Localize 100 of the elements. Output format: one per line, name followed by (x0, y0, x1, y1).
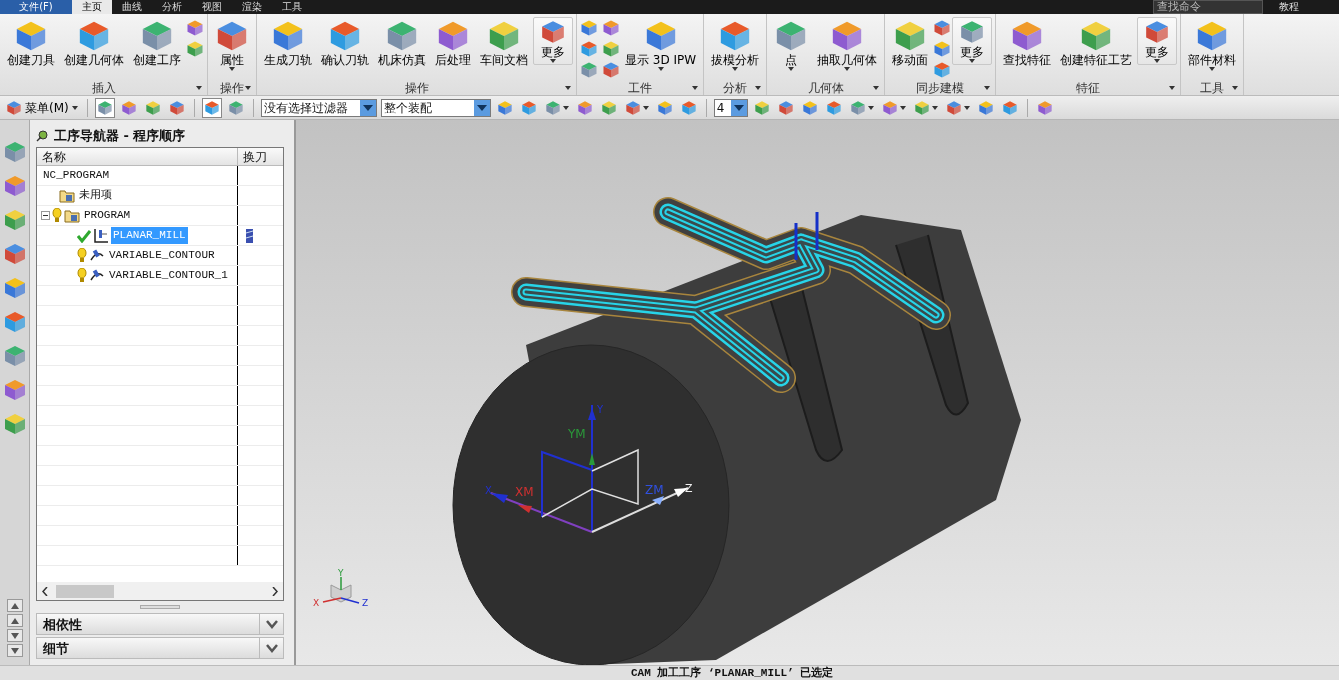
dropdown-field[interactable]: 整个装配 (380, 98, 491, 117)
panel-title: 工序导航器 - 程序顺序 (54, 127, 186, 146)
cube-icon[interactable] (933, 61, 952, 79)
cube-icon[interactable] (2, 242, 27, 266)
group-label: 几何体 (807, 79, 844, 97)
ribbon-button[interactable]: 生成刀轨 (260, 17, 316, 69)
cube-icon[interactable] (2, 174, 27, 198)
ribbon-button[interactable]: 查找特征 (999, 17, 1056, 69)
cube-icon (1036, 99, 1053, 116)
ribbon-button[interactable]: 拔模分析 (707, 17, 764, 73)
cube-icon (959, 19, 986, 45)
axis-label: Z (362, 598, 369, 608)
cube-icon (203, 99, 220, 116)
ribbon-button[interactable]: 创建几何体 (60, 17, 128, 69)
tree-item[interactable]: VARIABLE_CONTOUR (107, 247, 217, 264)
scroll-button[interactable] (6, 614, 23, 627)
pin-icon[interactable] (36, 130, 48, 142)
menu-tab[interactable]: 渲染 (232, 0, 272, 14)
cube-icon[interactable] (580, 40, 598, 58)
ribbon-button[interactable]: 创建工序 (129, 17, 185, 69)
menu-tab[interactable]: 分析 (152, 0, 192, 14)
search-field[interactable]: 查找命令 (1153, 0, 1263, 14)
cube-icon[interactable] (933, 40, 952, 58)
cube-icon[interactable] (186, 40, 204, 58)
scroll-button[interactable] (6, 629, 23, 642)
ribbon-button[interactable]: 部件材料 (1184, 17, 1241, 73)
scrollbar-thumb[interactable] (56, 584, 114, 598)
group-label: 分析 (723, 79, 748, 97)
axis-label: X (313, 598, 320, 608)
menu-button[interactable]: 菜单(M) (4, 98, 80, 117)
ribbon-button[interactable]: 车间文档 (476, 17, 532, 69)
cube-icon (96, 99, 113, 116)
ribbon-button[interactable]: 创建特征工艺 (1056, 17, 1137, 69)
axis-label: XM (515, 485, 534, 499)
cube-icon[interactable] (186, 19, 204, 37)
ribbon-button[interactable]: 更多 (1137, 17, 1178, 65)
cube-icon[interactable] (602, 40, 620, 58)
tree-item[interactable]: PROGRAM (82, 207, 133, 224)
ribbon-button[interactable]: 更多 (952, 17, 993, 65)
axis-label: YM (568, 427, 586, 441)
toolbar-button[interactable] (94, 97, 115, 118)
cube-icon[interactable] (2, 378, 27, 402)
cube-icon[interactable] (2, 412, 27, 436)
cube-icon (1144, 19, 1171, 45)
view-triad-drawing (322, 576, 360, 604)
cube-icon (436, 19, 470, 53)
ribbon-button[interactable]: 移动面 (888, 17, 933, 69)
scroll-button[interactable] (6, 599, 23, 612)
cube-icon[interactable] (2, 276, 27, 300)
ribbon-button[interactable]: 更多 (533, 17, 573, 65)
group-label: 同步建模 (916, 79, 965, 97)
ribbon-button[interactable]: 抽取几何体 (813, 17, 882, 73)
cube-icon[interactable] (933, 19, 952, 37)
cube-icon[interactable] (2, 344, 27, 368)
group-label: 工具 (1200, 79, 1225, 97)
caret-icon (196, 86, 202, 90)
scroll-button[interactable] (6, 644, 23, 657)
ribbon-button[interactable]: 创建刀具 (3, 17, 59, 69)
status-message: CAM 加工工序 ‘PLANAR_MILL’ 已选定 (631, 666, 834, 680)
menu-tab[interactable]: 主页 (72, 0, 112, 14)
menu-tab[interactable]: 文件(F) (0, 0, 72, 14)
menu-tab[interactable]: 工具 (272, 0, 312, 14)
collapse-toggle-icon[interactable] (41, 211, 50, 220)
tree-item[interactable]: NC_PROGRAM (41, 167, 111, 184)
cube-icon[interactable] (2, 310, 27, 334)
ribbon-button[interactable]: 后处理 (431, 17, 475, 69)
caret-icon (755, 86, 762, 90)
ribbon-button[interactable]: 机床仿真 (374, 17, 430, 69)
scroll-left-icon[interactable] (42, 586, 48, 596)
cube-icon[interactable] (580, 61, 598, 79)
cube-icon (825, 99, 842, 116)
tool-axis-drawing (794, 212, 819, 260)
cube-icon[interactable] (580, 19, 598, 37)
column-header[interactable]: 换刀 (237, 148, 283, 166)
column-header[interactable]: 名称 (37, 148, 237, 166)
chevron-icon (265, 643, 278, 653)
cube-icon[interactable] (602, 19, 620, 37)
dropdown-field[interactable]: 没有选择过滤器 (260, 98, 377, 117)
group-label: 插入 (91, 79, 116, 97)
cube-icon (753, 99, 770, 116)
tree-item[interactable]: 未用项 (77, 187, 114, 204)
cube-icon (977, 99, 994, 116)
menu-tab[interactable]: 曲线 (112, 0, 152, 14)
toolbar-button[interactable] (201, 97, 222, 118)
tree-item[interactable]: VARIABLE_CONTOUR_1 (107, 267, 230, 284)
chevron-icon (265, 619, 278, 629)
ribbon-button[interactable]: 属性 (211, 17, 253, 73)
cube-icon (680, 99, 697, 116)
ribbon-button[interactable]: 显示 3D IPW (621, 17, 701, 73)
dropdown-field[interactable]: 4 (713, 98, 748, 117)
cube-icon[interactable] (2, 140, 27, 164)
menu-tab[interactable]: 视图 (192, 0, 232, 14)
scroll-right-icon[interactable] (272, 586, 278, 596)
cube-icon[interactable] (2, 208, 27, 232)
ribbon-button[interactable]: 点 (770, 17, 813, 73)
group-label: 工件 (628, 79, 653, 97)
ribbon-button[interactable]: 确认刀轨 (317, 17, 373, 69)
cube-icon[interactable] (602, 61, 620, 79)
splitter-handle[interactable] (140, 605, 180, 609)
help-link[interactable]: 教程 (1263, 0, 1339, 14)
